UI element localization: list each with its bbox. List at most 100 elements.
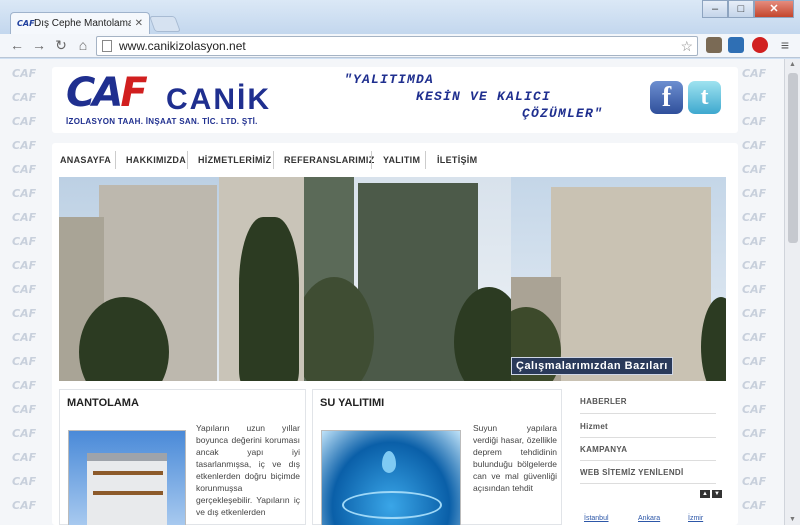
- watermark-logo: CAF: [742, 403, 767, 416]
- watermark-logo: CAF: [742, 163, 767, 176]
- close-tab-icon[interactable]: ✕: [135, 18, 143, 29]
- watermark-logo: CAF: [742, 427, 767, 440]
- nav-item-iletisim[interactable]: İLETİŞİM: [437, 155, 477, 165]
- forward-arrow-icon[interactable]: →: [30, 37, 48, 53]
- scroll-up-icon[interactable]: ▲: [789, 61, 796, 68]
- close-window-button[interactable]: ✕: [754, 0, 794, 18]
- su-yalitimi-photo[interactable]: [321, 430, 461, 525]
- company-logo[interactable]: CAF: [66, 70, 148, 116]
- watermark-logo: CAF: [742, 283, 767, 296]
- watermark-logo: CAF: [742, 331, 767, 344]
- home-icon[interactable]: ⌂: [74, 37, 92, 53]
- card-text: Suyun yapılara verdiği hasar, özellikle …: [473, 423, 557, 493]
- slogan-line-1: "YALITIMDA: [344, 72, 435, 87]
- card-su-yalitimi: SU YALITIMI Suyun yapılara verdiği hasar…: [312, 389, 562, 525]
- news-up-arrow-icon[interactable]: ▲: [700, 490, 710, 498]
- slogan-line-3: ÇÖZÜMLER": [522, 106, 604, 121]
- extension-record-icon[interactable]: [752, 37, 768, 53]
- nav-item-anasayfa[interactable]: ANASAYFA: [60, 155, 111, 165]
- watermark-logo: CAF: [742, 91, 767, 104]
- sidebar-divider: [580, 437, 716, 438]
- watermark-logo: CAF: [742, 307, 767, 320]
- watermark-logo: CAF: [12, 91, 37, 104]
- watermark-logo: CAF: [742, 499, 767, 512]
- nav-item-yalitim[interactable]: YALITIM: [383, 155, 420, 165]
- scroll-down-icon[interactable]: ▼: [789, 516, 796, 523]
- watermark-logo: CAF: [12, 283, 37, 296]
- bookmark-star-icon[interactable]: ☆: [680, 37, 693, 55]
- watermark-logo: CAF: [12, 187, 37, 200]
- address-bar[interactable]: www.canikizolasyon.net ☆: [96, 36, 698, 56]
- back-arrow-icon[interactable]: ←: [8, 37, 26, 53]
- watermark-logo: CAF: [12, 163, 37, 176]
- nav-item-hakkimizda[interactable]: HAKKIMIZDA: [126, 155, 186, 165]
- logo-name: CANİK: [166, 83, 271, 116]
- nav-separator: [115, 151, 116, 169]
- news-item-kampanya[interactable]: KAMPANYA: [580, 445, 627, 454]
- hero-photo-2: [304, 177, 511, 381]
- watermark-logo: CAF: [742, 211, 767, 224]
- watermark-logo: CAF: [742, 355, 767, 368]
- watermark-logo: CAF: [12, 259, 37, 272]
- city-link-ankara[interactable]: Ankara: [638, 515, 660, 522]
- extension-hat-icon[interactable]: [706, 37, 722, 53]
- watermark-logo: CAF: [742, 115, 767, 128]
- hero-photo-1: [59, 177, 304, 381]
- logo-mark: CA: [66, 70, 123, 116]
- watermark-logo: CAF: [12, 67, 37, 80]
- watermark-logo: CAF: [12, 403, 37, 416]
- nav-separator: [273, 151, 274, 169]
- card-title: MANTOLAMA: [67, 397, 139, 409]
- city-link-istanbul[interactable]: İstanbul: [584, 515, 609, 522]
- twitter-icon[interactable]: t: [688, 81, 721, 114]
- sidebar-divider: [580, 460, 716, 461]
- nav-separator: [371, 151, 372, 169]
- menu-icon[interactable]: ≡: [776, 37, 794, 53]
- news-down-arrow-icon[interactable]: ▼: [712, 490, 722, 498]
- watermark-logo: CAF: [742, 235, 767, 248]
- watermark-logo: CAF: [12, 331, 37, 344]
- card-text: Yapıların uzun yıllar boyunca değerini k…: [196, 423, 300, 517]
- url-text: www.canikizolasyon.net: [119, 39, 246, 53]
- watermark-logo: CAF: [12, 211, 37, 224]
- extension-screen-icon[interactable]: [728, 37, 744, 53]
- site-favicon-icon: CAF: [17, 18, 35, 28]
- mantolama-photo[interactable]: [68, 430, 186, 525]
- site-header: CAF CANİK İZOLASYON TAAH. İNŞAAT SAN. Tİ…: [52, 67, 738, 133]
- nav-item-referanslarimiz[interactable]: REFERANSLARIMIZ: [284, 155, 375, 165]
- watermark-logo: CAF: [12, 115, 37, 128]
- web-page: CAF CAF CAF CAF CAF CAF CAF CAF CAF CAF CAF CAF CAF C…: [0, 59, 784, 525]
- watermark-logo: CAF: [742, 259, 767, 272]
- watermark-logo: CAF: [742, 451, 767, 464]
- sidebar-divider: [580, 483, 716, 484]
- sidebar-heading-haberler: HABERLER: [580, 397, 627, 406]
- new-tab-button[interactable]: [149, 16, 181, 32]
- window-titlebar: CAF Dış Cephe Mantolama, İsı ✕ – □ ✕: [0, 0, 800, 34]
- logo-mark-accent: F: [120, 70, 147, 116]
- page-scrollbar[interactable]: ▲ ▼: [784, 59, 800, 525]
- watermark-logo: CAF: [742, 379, 767, 392]
- watermark-logo: CAF: [12, 235, 37, 248]
- browser-tab[interactable]: CAF Dış Cephe Mantolama, İsı ✕: [10, 12, 150, 34]
- hero-slider[interactable]: Çalışmalarımızdan Bazıları: [59, 177, 726, 381]
- news-item-hizmet[interactable]: Hizmet: [580, 422, 608, 431]
- logo-subtitle: İZOLASYON TAAH. İNŞAAT SAN. TİC. LTD. ŞT…: [66, 117, 258, 126]
- maximize-button[interactable]: □: [728, 0, 754, 18]
- window-controls: – □ ✕: [702, 0, 794, 18]
- slogan-line-2: KESİN VE KALICI: [416, 89, 552, 104]
- watermark-logo: CAF: [12, 355, 37, 368]
- news-sidebar: HABERLER Hizmet KAMPANYA WEB SİTEMİZ YEN…: [570, 389, 726, 525]
- tab-title: Dış Cephe Mantolama, İsı: [34, 18, 131, 29]
- city-link-izmir[interactable]: İzmir: [688, 515, 703, 522]
- watermark-logo: CAF: [12, 139, 37, 152]
- scrollbar-thumb[interactable]: [788, 73, 798, 243]
- minimize-button[interactable]: –: [702, 0, 728, 18]
- card-title: SU YALITIMI: [320, 397, 385, 409]
- news-item-web-sitemiz[interactable]: WEB SİTEMİZ YENİLENDİ: [580, 468, 684, 477]
- sidebar-divider: [580, 413, 716, 414]
- reload-icon[interactable]: ↻: [52, 37, 70, 54]
- facebook-icon[interactable]: f: [650, 81, 683, 114]
- watermark-logo: CAF: [742, 67, 767, 80]
- watermark-logo: CAF: [12, 379, 37, 392]
- nav-item-hizmetlerimiz[interactable]: HİZMETLERİMİZ: [198, 155, 271, 165]
